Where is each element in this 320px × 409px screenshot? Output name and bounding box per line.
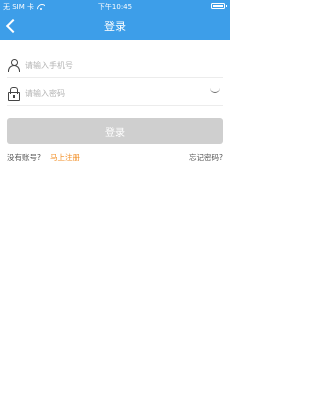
nav-bar: 登录 (0, 12, 230, 40)
battery-icon (211, 3, 227, 9)
page-title: 登录 (104, 20, 126, 33)
no-account-label: 没有账号? (7, 153, 41, 162)
closed-eye-icon[interactable] (210, 89, 220, 94)
phone-field (7, 52, 223, 78)
password-field (7, 80, 223, 106)
phone-input[interactable] (25, 57, 205, 73)
lock-keyhole (13, 95, 15, 98)
account-links: 没有账号? 马上注册 忘记密码? (7, 152, 223, 164)
forgot-password-link[interactable]: 忘记密码? (189, 152, 223, 163)
password-input[interactable] (25, 85, 205, 101)
user-icon (8, 59, 20, 72)
status-time: 下午10:45 (97, 3, 133, 11)
status-bar: 无 SIM 卡 下午10:45 (0, 0, 230, 12)
header: 无 SIM 卡 下午10:45 登录 (0, 0, 230, 40)
login-button[interactable]: 登录 (7, 118, 223, 144)
lock-icon (8, 87, 20, 101)
register-link[interactable]: 马上注册 (50, 152, 80, 163)
